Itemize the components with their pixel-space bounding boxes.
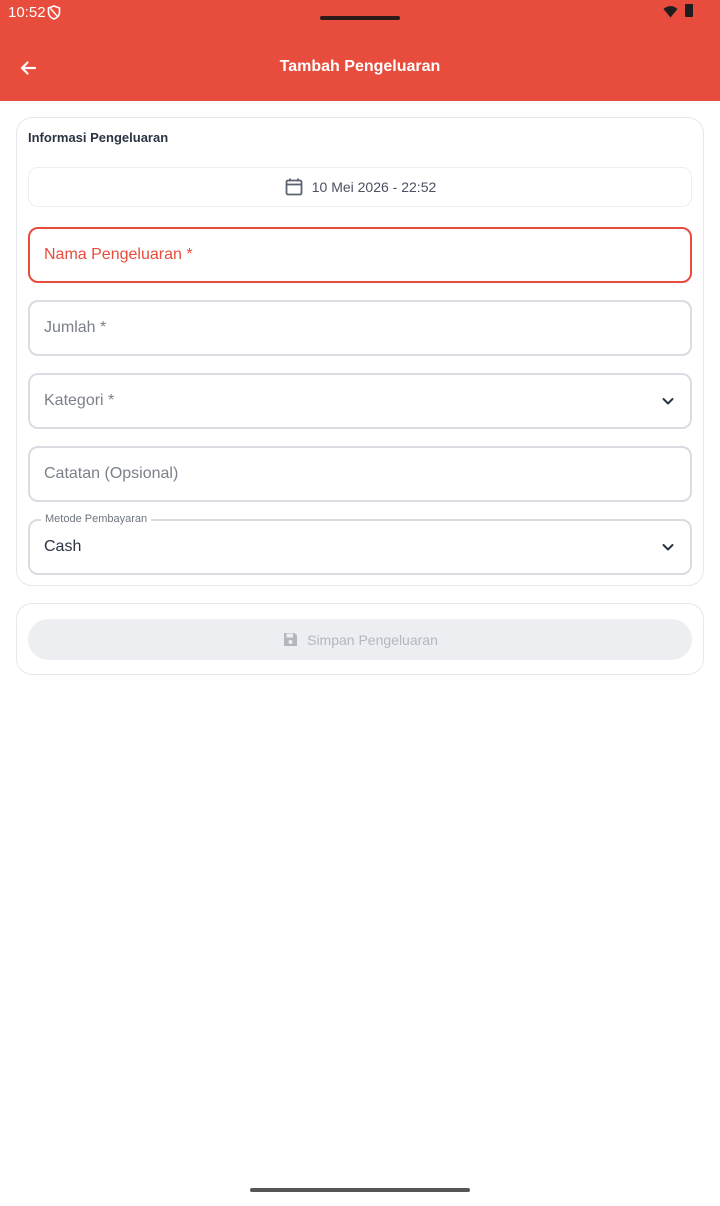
expense-info-card: Informasi Pengeluaran 10 Mei 2026 - 22:5… (16, 117, 704, 586)
payment-method-label: Metode Pembayaran (41, 513, 152, 525)
payment-method-value: Cash (44, 538, 82, 555)
note-field[interactable]: Catatan (Opsional) (28, 446, 692, 502)
battery-icon (685, 4, 693, 17)
app-bar: 10:52 Tambah Pengeluaran (0, 0, 720, 101)
floppy-disk-icon (284, 633, 298, 646)
category-dropdown[interactable]: Kategori * (28, 373, 692, 429)
amount-placeholder: Jumlah * (44, 319, 107, 336)
date-picker-button[interactable]: 10 Mei 2026 - 22:52 (28, 167, 692, 207)
status-bar-handle (320, 16, 400, 20)
shield-icon (47, 5, 61, 20)
chevron-down-icon (662, 398, 674, 405)
expense-name-field[interactable]: Nama Pengeluaran * (28, 227, 692, 283)
save-button-label: Simpan Pengeluaran (307, 631, 438, 648)
page-title: Tambah Pengeluaran (279, 58, 441, 75)
section-title: Informasi Pengeluaran (28, 130, 169, 145)
amount-field[interactable]: Jumlah * (28, 300, 692, 356)
note-placeholder: Catatan (Opsional) (44, 465, 179, 482)
date-value: 10 Mei 2026 - 22:52 (311, 179, 437, 195)
save-expense-button[interactable]: Simpan Pengeluaran (28, 619, 692, 660)
category-placeholder: Kategori * (44, 392, 115, 409)
wifi-icon (663, 6, 678, 18)
payment-method-dropdown[interactable]: Metode Pembayaran Cash (28, 513, 692, 575)
status-time: 10:52 (8, 4, 46, 21)
actions-card: Simpan Pengeluaran (16, 603, 704, 675)
home-indicator[interactable] (250, 1188, 470, 1192)
chevron-down-icon (662, 544, 674, 551)
expense-name-placeholder: Nama Pengeluaran * (44, 246, 193, 263)
calendar-icon (285, 178, 303, 196)
